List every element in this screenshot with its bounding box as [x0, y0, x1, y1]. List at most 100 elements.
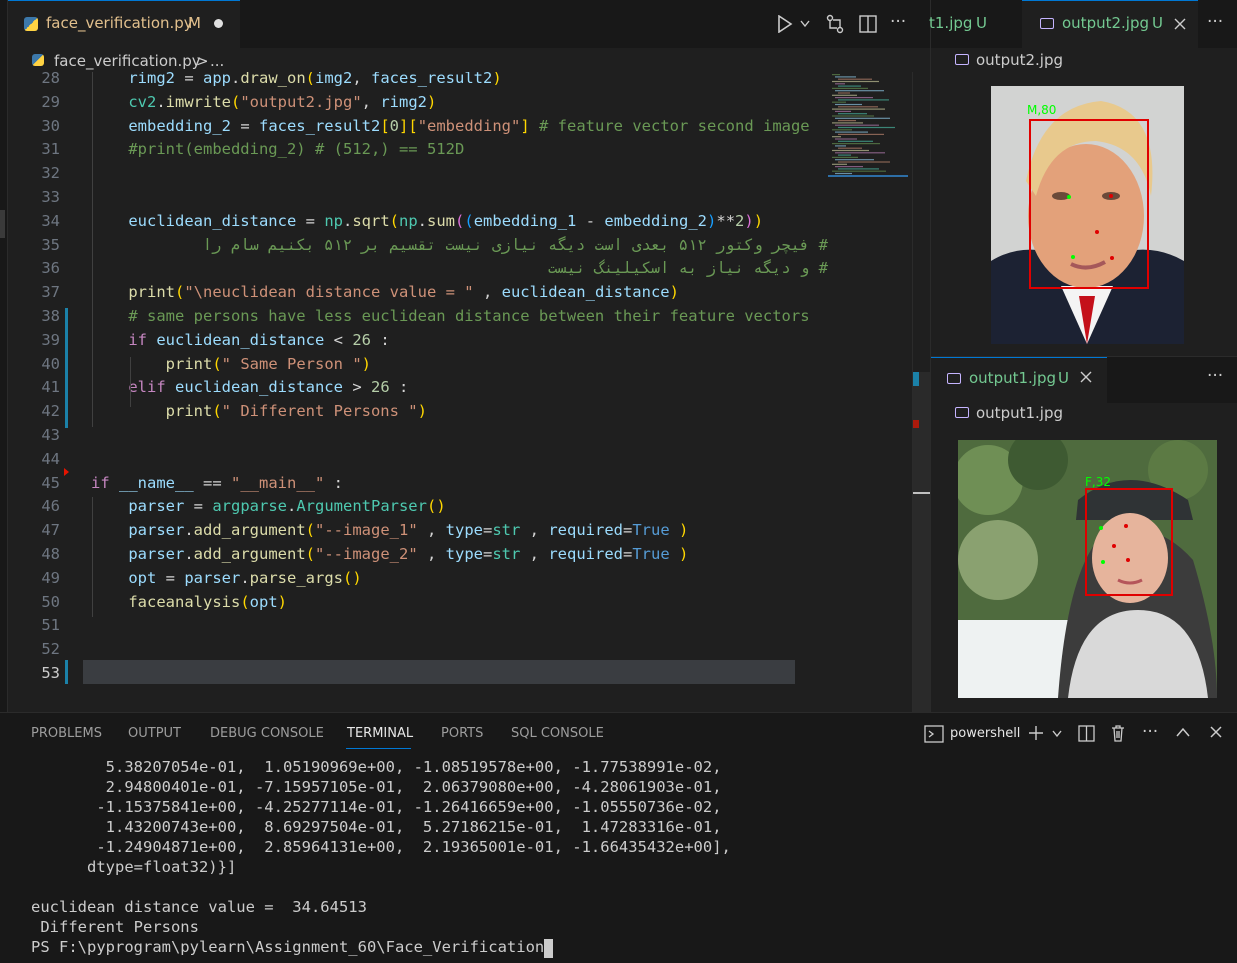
maximize-panel-icon[interactable]: [1176, 727, 1190, 737]
code-token: faces_result2: [258, 116, 381, 135]
code-line[interactable]: parser.add_argument("--image_2" , type=s…: [91, 545, 688, 563]
code-line[interactable]: faceanalysis(opt): [91, 593, 287, 611]
code-token: rimg2: [380, 92, 428, 111]
minimap-line: [838, 133, 884, 135]
code-line[interactable]: parser = argparse.ArgumentParser(): [91, 497, 446, 516]
chevron-down-icon[interactable]: [800, 20, 810, 28]
code-line[interactable]: opt = parser.parse_args(): [91, 569, 361, 587]
split-terminal-icon[interactable]: [1078, 725, 1095, 742]
compare-changes-icon[interactable]: [825, 14, 845, 34]
sash-handle[interactable]: [0, 210, 5, 238]
breadcrumb-file[interactable]: face_verification.py: [54, 52, 201, 70]
add-terminal-icon[interactable]: [1028, 725, 1044, 741]
keypoint: [1109, 194, 1113, 198]
tab-sql-console[interactable]: SQL CONSOLE: [511, 726, 604, 741]
line-number: 48: [41, 545, 60, 563]
minimap-line: [838, 78, 872, 80]
tab-output2-title[interactable]: output2.jpg: [1062, 14, 1149, 32]
git-modified-indicator[interactable]: [65, 308, 68, 428]
code-token: #print(embedding_2) # (512,) == 512D: [128, 140, 465, 159]
chevron-down-icon[interactable]: [1052, 730, 1062, 738]
tab-output1-partial[interactable]: t1.jpg: [929, 14, 972, 32]
minimap-line: [838, 85, 861, 87]
indent-guide: [130, 357, 131, 407]
tab-output1-title[interactable]: output1.jpg: [969, 369, 1056, 387]
code-editor[interactable]: 28 rimg2 = app.draw_on(img2, faces_resul…: [8, 72, 828, 712]
code-token: "output2.jpg": [240, 92, 362, 111]
code-token: ): [707, 211, 717, 230]
tab-ports[interactable]: PORTS: [441, 726, 483, 741]
code-line[interactable]: #print(embedding_2) # (512,) == 512D: [91, 140, 464, 158]
keypoint: [1071, 255, 1075, 259]
close-icon[interactable]: [1174, 18, 1186, 30]
line-number: 53: [41, 664, 60, 682]
code-line[interactable]: print(" Different Persons "): [91, 402, 427, 420]
more-actions-icon[interactable]: ···: [1207, 366, 1223, 386]
terminal-line: -1.15375841e+00, -4.25277114e-01, -1.264…: [31, 798, 722, 816]
code-line[interactable]: parser.add_argument("--image_1" , type=s…: [91, 521, 688, 539]
line-number: 37: [41, 283, 60, 302]
code-line[interactable]: if euclidean_distance < 26 :: [91, 331, 389, 349]
code-line[interactable]: rimg2 = app.draw_on(img2, faces_result2): [91, 72, 501, 87]
tab-output[interactable]: OUTPUT: [128, 726, 181, 741]
line-number: 41: [41, 378, 60, 397]
code-token: ): [417, 402, 427, 421]
code-token: [: [380, 116, 390, 135]
unsaved-dot-icon[interactable]: [214, 19, 223, 28]
code-token: np: [399, 211, 418, 230]
code-token: embedding_2: [128, 116, 231, 135]
code-line[interactable]: # same persons have less euclidean dista…: [91, 307, 809, 325]
more-actions-icon[interactable]: ···: [890, 12, 906, 32]
minimap-line: [838, 126, 895, 129]
code-line[interactable]: cv2.imwrite("output2.jpg", rimg2): [91, 93, 436, 111]
image-file-icon: [1040, 18, 1054, 29]
split-editor-icon[interactable]: [859, 15, 877, 33]
code-line[interactable]: print(" Same Person "): [91, 355, 371, 373]
code-token: str: [492, 545, 521, 563]
keypoint: [1067, 195, 1071, 199]
tab-problems[interactable]: PROBLEMS: [31, 726, 102, 741]
code-line[interactable]: print("\neuclidean distance value = " , …: [91, 283, 679, 301]
close-icon[interactable]: [1210, 726, 1222, 738]
run-icon[interactable]: [777, 15, 793, 33]
tab-debug-console[interactable]: DEBUG CONSOLE: [210, 726, 324, 741]
shell-name[interactable]: powershell: [950, 726, 1020, 741]
breadcrumb-symbol[interactable]: ...: [210, 52, 224, 70]
more-actions-icon[interactable]: ···: [1142, 722, 1158, 742]
minimap[interactable]: [828, 72, 912, 712]
code-token: =: [622, 521, 633, 540]
code-token: .: [417, 211, 428, 230]
more-actions-icon[interactable]: ···: [1207, 12, 1223, 32]
code-line[interactable]: elif euclidean_distance > 26 :: [91, 378, 408, 396]
code-token: 0: [389, 116, 399, 135]
code-token: embedding_2: [604, 211, 708, 230]
code-line[interactable]: euclidean_distance = np.sqrt(np.sum((emb…: [91, 212, 763, 230]
tab-modified-status: M: [188, 14, 201, 32]
trash-icon[interactable]: [1110, 724, 1126, 742]
code-token: (: [305, 545, 315, 563]
code-line[interactable]: # و دیگه نیاز به اسکیلینگ نیست: [129, 259, 828, 277]
minimap-line: [835, 131, 868, 133]
editor-scrollbar[interactable]: [912, 72, 930, 792]
close-icon[interactable]: [1080, 371, 1092, 383]
code-line[interactable]: # فیچر وکتور ۵۱۲ بعدی است دیگه نیازی نیس…: [129, 236, 828, 254]
line-number: 45: [41, 473, 60, 492]
code-line[interactable]: if __name__ == "__main__" :: [91, 474, 343, 492]
code-line[interactable]: embedding_2 = faces_result2[0]["embeddin…: [91, 116, 809, 135]
git-modified-indicator[interactable]: [65, 660, 68, 684]
code-token: =: [184, 497, 213, 516]
terminal-line: euclidean distance value = 34.64513: [31, 898, 367, 916]
git-deleted-indicator[interactable]: [64, 468, 69, 476]
code-token: (): [426, 497, 446, 516]
code-token: ==: [193, 473, 231, 492]
code-token: =: [482, 545, 493, 563]
code-token: True: [632, 521, 670, 540]
tab-title[interactable]: face_verification.py: [46, 14, 193, 32]
tab-terminal[interactable]: TERMINAL: [347, 726, 413, 741]
